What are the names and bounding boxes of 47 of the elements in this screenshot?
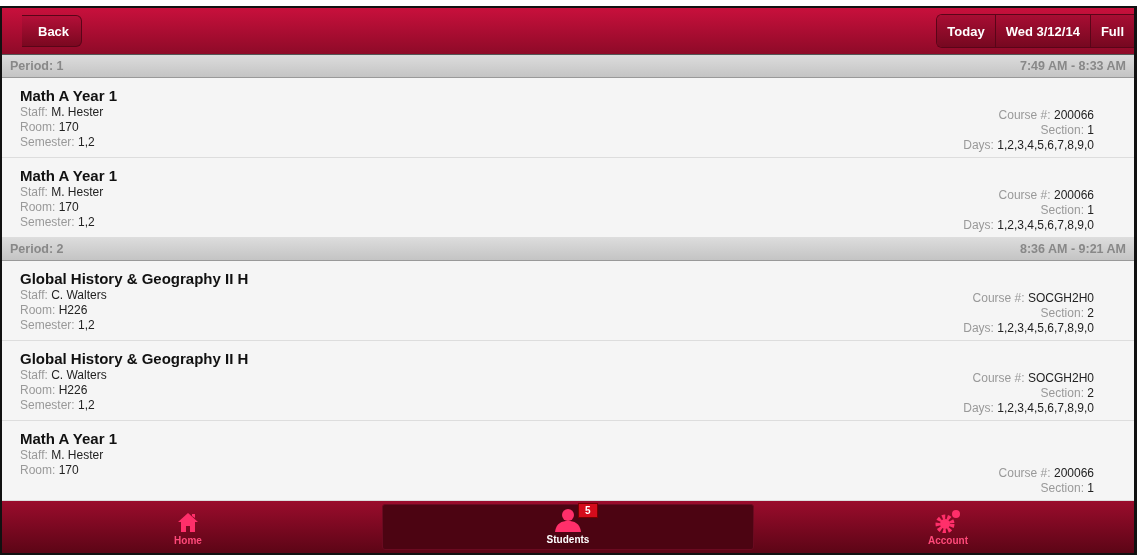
course-detail: Semester: 1,2 xyxy=(20,398,96,413)
course-detail: Days: 1,2,3,4,5,6,7,8,9,0 xyxy=(963,218,1094,233)
course-detail: Course #: 200066 xyxy=(998,188,1094,203)
date-segment-button[interactable]: Full xyxy=(1089,15,1134,47)
course-title: Math A Year 1 xyxy=(20,87,117,104)
course-detail: Course #: SOCGH2H0 xyxy=(972,291,1094,306)
course-detail: Semester: 1,2 xyxy=(20,215,96,230)
course-detail: Staff: M. Hester xyxy=(20,448,105,463)
course-detail: Semester: 1,2 xyxy=(20,318,96,333)
course-detail: Section: 1 xyxy=(1040,481,1094,496)
house-icon xyxy=(177,511,199,533)
course-title: Math A Year 1 xyxy=(20,430,117,447)
course-detail: Section: 1 xyxy=(1040,203,1094,218)
course-detail: Days: 1,2,3,4,5,6,7,8,9,0 xyxy=(963,401,1094,416)
period-label: Period: 2 xyxy=(10,242,64,256)
course-detail: Staff: C. Walters xyxy=(20,368,108,383)
count-badge: 5 xyxy=(578,503,598,518)
course-detail: Days: 1,2,3,4,5,6,7,8,9,0 xyxy=(963,321,1094,336)
course-detail: Section: 2 xyxy=(1040,306,1094,321)
date-segment-button[interactable]: Today xyxy=(937,15,995,47)
course-detail: Section: 2 xyxy=(1040,386,1094,401)
course-detail: Course #: 200066 xyxy=(998,466,1094,481)
nav-tab[interactable]: 5 Students xyxy=(382,504,754,550)
course-title: Math A Year 1 xyxy=(20,167,117,184)
course-detail: Room: 170 xyxy=(20,200,80,215)
course-detail: Room: 170 xyxy=(20,120,80,135)
course-detail: Room: 170 xyxy=(20,463,80,478)
course-detail: Staff: M. Hester xyxy=(20,185,105,200)
person-icon xyxy=(554,508,582,532)
course-detail: Days: 1,2,3,4,5,6,7,8,9,0 xyxy=(963,138,1094,153)
course-detail: Room: H226 xyxy=(20,303,89,318)
period-time: 8:36 AM - 9:21 AM xyxy=(1019,242,1126,256)
course-detail: Staff: C. Walters xyxy=(20,288,108,303)
course-detail: Semester: 1,2 xyxy=(20,135,96,150)
course-title: Global History & Geography II H xyxy=(20,350,249,367)
course-title: Global History & Geography II H xyxy=(20,270,249,287)
period-label: Period: 1 xyxy=(10,59,64,73)
course-detail: Section: 1 xyxy=(1040,123,1094,138)
gears-icon xyxy=(934,509,962,533)
nav-tab[interactable]: Home xyxy=(2,504,374,550)
period-time: 7:49 AM - 8:33 AM xyxy=(1019,59,1126,73)
course-detail: Staff: M. Hester xyxy=(20,105,105,120)
course-detail: Course #: SOCGH2H0 xyxy=(972,371,1094,386)
date-segment-button[interactable]: Wed 3/12/14 xyxy=(994,15,1090,47)
nav-tab[interactable]: Account xyxy=(762,504,1134,550)
course-detail: Room: H226 xyxy=(20,383,89,398)
course-detail: Course #: 200066 xyxy=(998,108,1094,123)
